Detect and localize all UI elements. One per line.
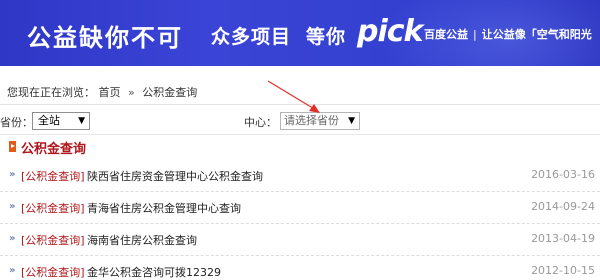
list-item-category[interactable]: [公积金查询] <box>21 232 85 248</box>
double-chevron-right-icon: » <box>9 265 16 276</box>
list-item-date: 2013-04-19 <box>531 232 595 245</box>
triangle-down-icon: ▼ <box>78 116 85 126</box>
list-item[interactable]: » [公积金查询] 金华公积金咨询可拨12329 2012-10-15 <box>0 256 600 280</box>
breadcrumb: 您现在正在浏览： 首页 » 公积金查询 <box>0 82 600 104</box>
province-label: 省份： <box>0 116 33 129</box>
breadcrumb-current-link[interactable]: 公积金查询 <box>142 86 197 99</box>
banner-slogan-waiting: 等你 <box>306 26 347 48</box>
province-select[interactable]: 全站 ▼ <box>32 112 90 130</box>
section-title: 公积金查询 <box>21 142 87 157</box>
breadcrumb-prefix: 您现在正在浏览： <box>7 86 95 99</box>
list-item-category[interactable]: [公积金查询] <box>21 200 85 216</box>
divider <box>0 104 600 105</box>
filter-bar: 省份： 全站 ▼ 中心： 请选择省份 ▼ <box>0 109 600 135</box>
banner-slogan-projects: 众多项目 <box>211 26 292 48</box>
triangle-down-icon: ▼ <box>348 116 355 126</box>
play-arrow-icon <box>9 141 16 152</box>
banner-tagline: 让公益像「空气和阳光 <box>481 28 592 41</box>
divider <box>0 134 600 135</box>
pick-logo: pick <box>357 14 423 49</box>
list-item-date: 2012-10-15 <box>531 264 595 277</box>
list-item-category[interactable]: [公积金查询] <box>21 168 85 184</box>
list-item[interactable]: » [公积金查询] 青海省住房公积金管理中心查询 2014-09-24 <box>0 192 600 224</box>
section-header: 公积金查询 <box>0 137 600 157</box>
banner-slogan-main: 公益缺你不可 <box>27 24 183 52</box>
breadcrumb-separator: » <box>128 86 135 99</box>
province-select-value: 全站 <box>38 114 60 127</box>
banner-right-text: 百度公益 | 让公益像「空气和阳光 <box>424 26 592 42</box>
list-item-date: 2016-03-16 <box>531 168 595 181</box>
banner-site-name: 百度公益 <box>424 28 468 41</box>
double-chevron-right-icon: » <box>9 201 16 212</box>
banner-separator: | <box>473 28 477 41</box>
list-item[interactable]: » [公积金查询] 陕西省住房资金管理中心公积金查询 2016-03-16 <box>0 160 600 192</box>
list-item-title[interactable]: 海南省住房公积金查询 <box>87 232 197 248</box>
list-item[interactable]: » [公积金查询] 海南省住房公积金查询 2013-04-19 <box>0 224 600 256</box>
center-label: 中心： <box>244 116 277 129</box>
list-item-title[interactable]: 金华公积金咨询可拨12329 <box>87 264 221 280</box>
top-banner[interactable]: 公益缺你不可 众多项目 等你 pick 百度公益 | 让公益像「空气和阳光 <box>0 0 600 66</box>
list-item-title[interactable]: 青海省住房公积金管理中心查询 <box>87 200 241 216</box>
double-chevron-right-icon: » <box>9 233 16 244</box>
center-select-placeholder: 请选择省份 <box>284 114 339 127</box>
breadcrumb-home-link[interactable]: 首页 <box>99 86 121 99</box>
center-select[interactable]: 请选择省份 ▼ <box>280 112 360 130</box>
double-chevron-right-icon: » <box>9 169 16 180</box>
list-item-category[interactable]: [公积金查询] <box>21 264 85 280</box>
list-item-title[interactable]: 陕西省住房资金管理中心公积金查询 <box>87 168 263 184</box>
list-item-date: 2014-09-24 <box>531 200 595 213</box>
